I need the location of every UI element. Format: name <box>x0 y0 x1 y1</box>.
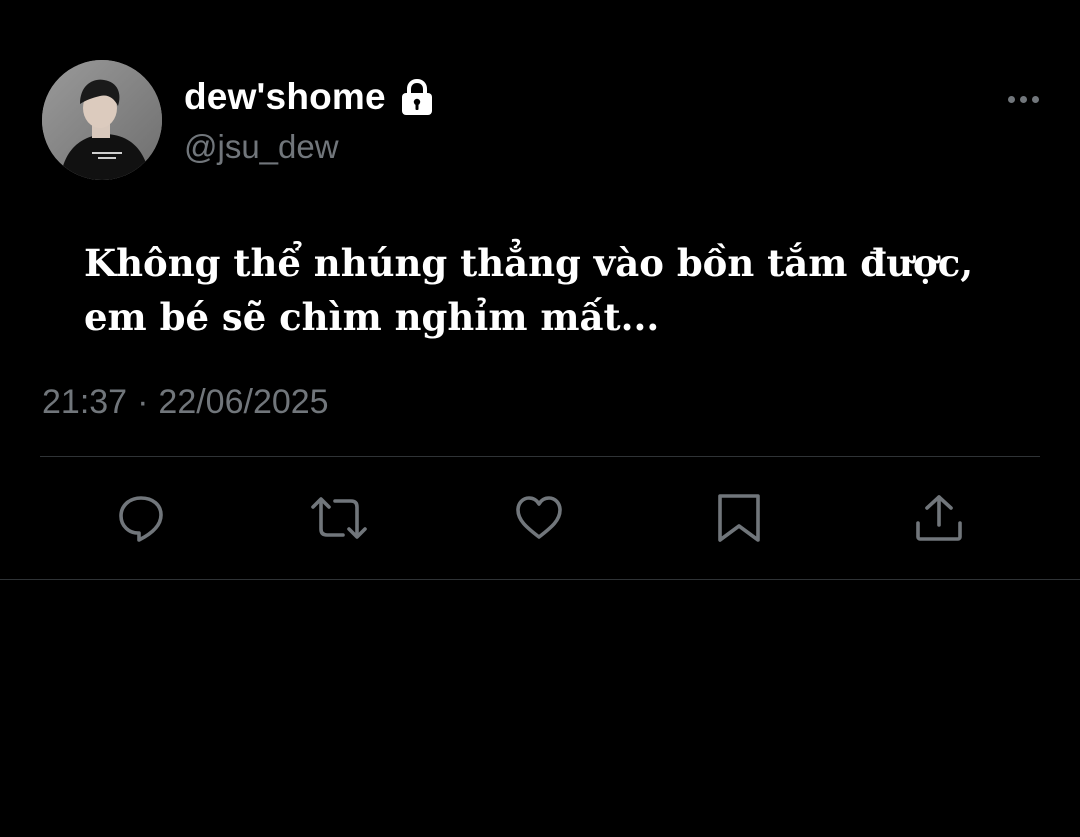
display-name-row: dew'shome <box>184 74 434 120</box>
heart-icon <box>516 496 562 539</box>
retweet-icon <box>311 497 367 539</box>
action-bar <box>0 486 1080 550</box>
bookmark-button[interactable] <box>707 486 771 550</box>
timestamp-separator: · <box>137 383 149 421</box>
display-name[interactable]: dew'shome <box>184 74 386 120</box>
dot <box>1007 95 1015 103</box>
more-dots-icon[interactable] <box>1000 86 1046 112</box>
tweet-card: dew'shome @jsu_dew Không thể nhúng thẳng… <box>0 0 1080 580</box>
timestamp-date: 22/06/2025 <box>158 383 329 421</box>
like-button[interactable] <box>507 486 571 550</box>
lock-icon <box>400 78 434 116</box>
reply-button[interactable] <box>109 486 173 550</box>
timestamp-time: 21:37 <box>42 383 128 421</box>
tweet-text-line: Không thể nhúng thẳng vào bồn tắm được, <box>84 241 974 285</box>
avatar-photo-icon <box>42 60 162 180</box>
bookmark-icon <box>718 494 760 542</box>
divider <box>40 456 1040 457</box>
share-button[interactable] <box>907 486 971 550</box>
timestamp[interactable]: 21:37 · 22/06/2025 <box>42 380 329 424</box>
speech-bubble-icon <box>119 496 163 542</box>
tweet-text: Không thể nhúng thẳng vào bồn tắm được, … <box>84 236 1044 344</box>
retweet-button[interactable] <box>307 486 371 550</box>
tweet-text-line: em bé sẽ chìm nghỉm mất... <box>84 295 660 339</box>
user-handle[interactable]: @jsu_dew <box>184 126 339 168</box>
divider <box>0 579 1080 580</box>
dot <box>1019 95 1027 103</box>
share-icon <box>916 495 962 541</box>
avatar[interactable] <box>42 60 162 180</box>
dot <box>1031 95 1039 103</box>
